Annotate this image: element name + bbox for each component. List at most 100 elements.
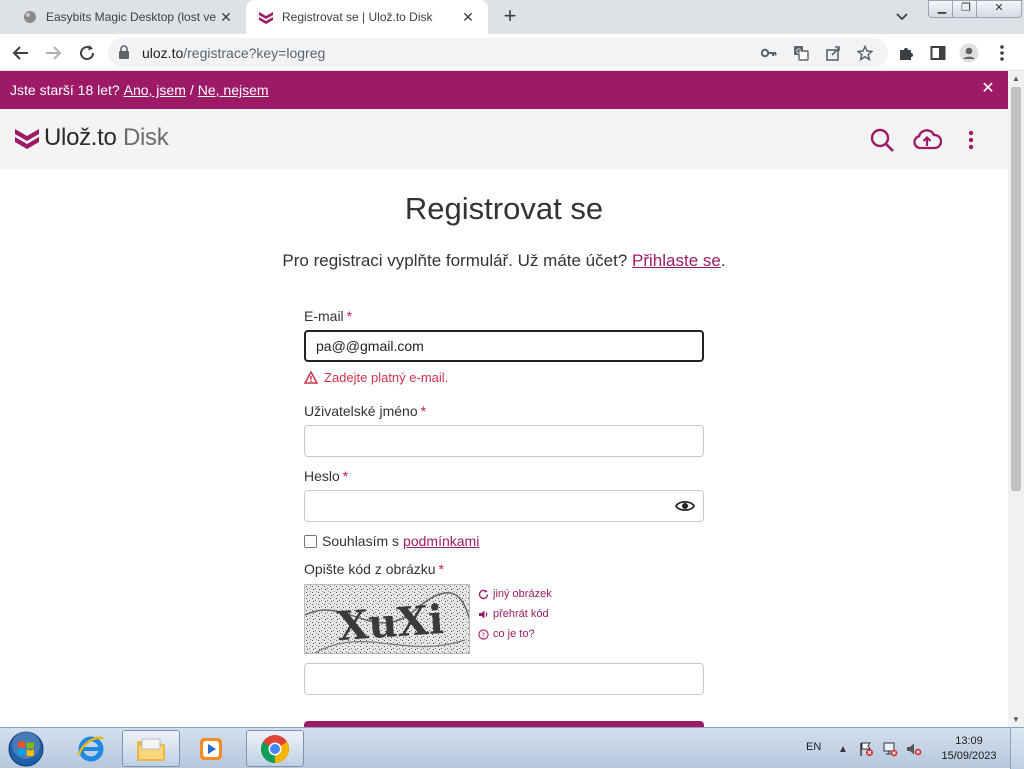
more-menu-icon[interactable] [957,126,985,154]
captcha-new-image-link[interactable]: jiný obrázek [478,584,552,604]
key-icon[interactable] [760,44,778,62]
forward-arrow-icon[interactable] [42,42,64,64]
close-tab-icon[interactable]: ✕ [460,9,476,25]
required-mark: * [342,468,349,484]
svg-text:?: ? [481,631,485,639]
file-explorer-icon[interactable] [122,730,180,767]
page-viewport: Jste starší 18 let? Ano, jsem / Ne, nejs… [0,71,1008,727]
clock-date: 15/09/2023 [941,750,997,762]
captcha-text: XuXi [336,596,445,650]
new-tab-icon[interactable]: + [498,5,522,29]
bookmark-star-icon[interactable] [856,44,874,62]
input-language-indicator[interactable]: EN [806,741,821,753]
required-mark: * [420,403,427,419]
login-link[interactable]: Přihlaste se [632,251,721,270]
required-mark: * [438,561,444,577]
password-field[interactable] [304,490,704,522]
username-field[interactable] [304,425,704,457]
captcha-label: Opište kód z obrázku * [304,561,444,577]
age-yes-link[interactable]: Ano, jsem [124,82,186,98]
lock-icon[interactable] [118,45,130,64]
captcha-play-text: přehrát kód [493,608,549,620]
page-scrollbar[interactable]: ▲ ▼ [1008,71,1024,727]
url-host: uloz.to [142,45,184,61]
menu-kebab-icon[interactable] [992,43,1012,63]
consent-row: Souhlasím s podmínkami [304,533,479,549]
email-label-text: E-mail [304,308,344,324]
clock-time: 13:09 [955,735,983,747]
start-button[interactable] [4,730,48,768]
email-error-text: Zadejte platný e-mail. [324,370,449,385]
url-text: uloz.to/registrace?key=logreg [142,45,325,61]
warning-icon [304,371,318,384]
age-no-link[interactable]: Ne, nejsem [198,82,269,98]
action-center-flag-icon[interactable] [857,740,875,758]
ulozto-favicon-icon [258,9,274,25]
subtitle-text: Pro registraci vyplňte formulář. Už máte… [282,251,628,270]
side-panel-icon[interactable] [928,43,948,63]
email-label: E-mail * [304,308,352,324]
ulozto-logo-icon [15,129,39,149]
page-title: Registrovat se [404,191,604,226]
terms-link[interactable]: podmínkami [403,533,479,549]
close-tab-icon[interactable]: ✕ [218,9,234,25]
scroll-down-arrow-icon[interactable]: ▼ [1012,715,1020,724]
speaker-icon [479,610,488,618]
tab-easybits[interactable]: Easybits Magic Desktop (lost vers ✕ [8,0,246,34]
captcha-new-text: jiný obrázek [493,588,552,600]
site-header: Ulož.to Disk [0,109,1008,169]
search-icon[interactable] [868,126,896,154]
email-error: Zadejte platný e-mail. [304,370,448,385]
show-hidden-icons-icon[interactable]: ▲ [834,740,852,758]
profile-avatar-icon[interactable] [959,43,979,63]
help-circle-icon: ? [478,628,489,640]
show-password-eye-icon[interactable] [674,495,696,517]
url-path: /registrace?key=logreg [183,45,326,61]
browser-toolbar: uloz.to/registrace?key=logreg G [0,34,1024,71]
close-icon[interactable]: ✕ [980,81,996,97]
translate-icon[interactable]: G [792,44,810,62]
age-separator: / [189,82,194,98]
close-window-button[interactable]: ✕ [976,0,1022,18]
password-label: Heslo * [304,468,348,484]
internet-explorer-icon[interactable] [62,730,120,767]
captcha-play-link[interactable]: přehrát kód [478,604,552,624]
tab-title: Registrovat se | Ulož.to Disk [282,10,433,24]
age-question: Jste starší 18 let? [10,82,120,98]
network-icon[interactable] [881,740,899,758]
logo-text: Ulož.to Disk [44,124,169,152]
site-logo[interactable]: Ulož.to Disk [14,124,169,152]
volume-muted-icon[interactable] [905,740,923,758]
required-mark: * [346,308,353,324]
cloud-upload-icon[interactable] [912,126,942,154]
address-bar[interactable]: uloz.to/registrace?key=logreg G [108,38,888,67]
share-icon[interactable] [824,44,842,62]
consent-checkbox[interactable] [304,534,317,548]
captcha-links: jiný obrázek přehrát kód ? co je to? [478,584,552,644]
globe-icon [22,9,38,25]
windows-logo-icon [8,731,44,767]
captcha-input[interactable] [304,663,704,695]
svg-text:G: G [796,48,801,56]
extensions-puzzle-icon[interactable] [896,43,916,63]
chrome-icon[interactable] [246,730,304,767]
captcha-label-text: Opište kód z obrázku [304,561,436,577]
scroll-up-arrow-icon[interactable]: ▲ [1012,74,1020,83]
system-clock[interactable]: 13:09 15/09/2023 [936,734,1002,764]
captcha-help-text: co je to? [493,628,535,640]
scroll-thumb[interactable] [1011,87,1021,491]
username-label-text: Uživatelské jméno [304,403,418,419]
reload-icon[interactable] [76,42,98,64]
media-player-icon[interactable] [182,730,240,767]
tab-registrovat[interactable]: Registrovat se | Ulož.to Disk ✕ [246,0,488,34]
subtitle-end: . [720,251,726,270]
show-desktop-button[interactable] [1010,728,1024,769]
windows-taskbar: EN ▲ 13:09 15/09/2023 [0,727,1024,769]
back-arrow-icon[interactable] [10,42,32,64]
captcha-image: XuXi [304,584,470,654]
chevron-down-icon[interactable] [894,8,914,26]
refresh-icon [478,589,489,599]
username-label: Uživatelské jméno * [304,403,426,419]
email-field[interactable] [304,330,704,362]
captcha-help-link[interactable]: ? co je to? [478,624,552,644]
